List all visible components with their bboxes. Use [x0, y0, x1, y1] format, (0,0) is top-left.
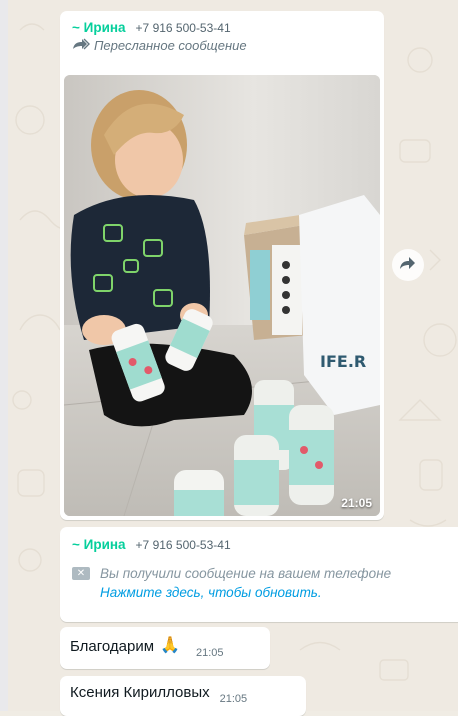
message-text-2: Ксения Кирилловых	[70, 684, 210, 701]
text-message-1[interactable]: Благодарим 🙏 21:05	[60, 627, 270, 669]
photo-box-text: IFE.R	[320, 352, 366, 371]
message-photo[interactable]: IFE.R 21:05	[64, 75, 380, 516]
forward-arrow-icon	[399, 256, 417, 274]
sender-header-2: ~ Ирина +7 916 500-53-41	[72, 537, 458, 552]
photo-timestamp: 21:05	[341, 496, 372, 510]
message-time-1: 21:05	[195, 647, 224, 659]
text-message-2[interactable]: Ксения Кирилловых 21:05	[60, 676, 306, 716]
notice-text: Вы получили сообщение на вашем телефоне	[100, 566, 392, 581]
praying-hands-emoji: 🙏	[160, 637, 180, 654]
notice-line: ✕ Вы получили сообщение на вашем телефон…	[72, 566, 458, 581]
forward-message-button[interactable]	[392, 249, 424, 281]
sender-name[interactable]: ~ Ирина	[72, 20, 126, 35]
forwarded-photo-message[interactable]: ~ Ирина +7 916 500-53-41 Пересланное соо…	[60, 11, 384, 520]
photo-image: IFE.R	[64, 75, 380, 516]
sender-name-2[interactable]: ~ Ирина	[72, 537, 126, 552]
left-panel-edge	[0, 0, 8, 711]
forward-double-arrow-icon	[72, 38, 90, 53]
forwarded-label-text: Пересланное сообщение	[94, 38, 247, 53]
sender-phone: +7 916 500-53-41	[135, 21, 231, 35]
message-time-2: 21:05	[219, 693, 248, 705]
sender-phone-2: +7 916 500-53-41	[135, 538, 231, 552]
unsupported-message[interactable]: ~ Ирина +7 916 500-53-41 ✕ Вы получили с…	[60, 527, 458, 622]
sender-header: ~ Ирина +7 916 500-53-41	[72, 20, 384, 35]
message-icon: ✕	[72, 567, 90, 580]
message-text-1: Благодарим	[70, 638, 155, 655]
forwarded-label: Пересланное сообщение	[72, 38, 384, 53]
refresh-link[interactable]: Нажмите здесь, чтобы обновить.	[100, 585, 322, 600]
